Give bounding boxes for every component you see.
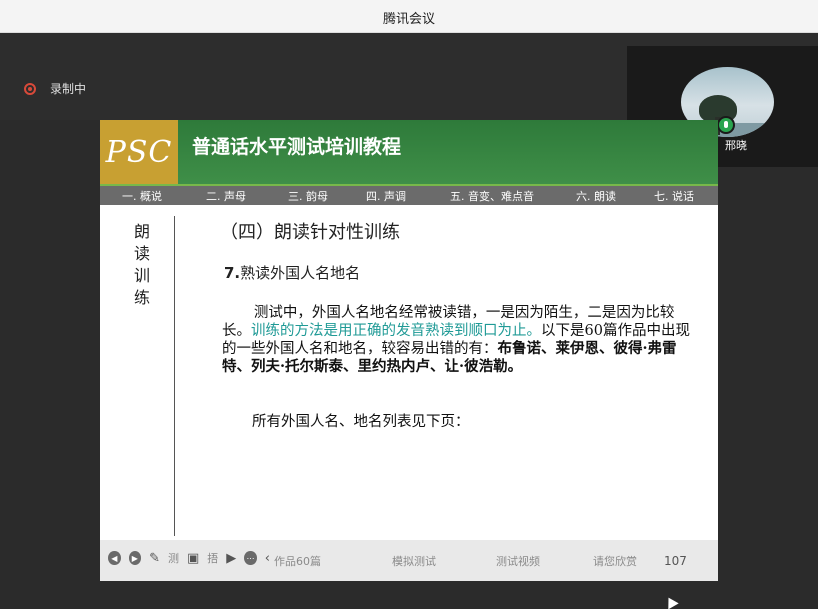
participant-name: 邢晓: [725, 139, 747, 152]
side-char: 读: [134, 244, 151, 263]
presenter-controls: ◀ ▶ ✎ 测 ▣ 捂 ▶ ⋯ ‹: [100, 546, 270, 570]
recording-indicator[interactable]: 录制中: [24, 80, 86, 97]
nav-item-initials[interactable]: 二. 声母: [206, 188, 246, 204]
chevron-left-icon[interactable]: ‹: [265, 551, 270, 566]
para-highlight: 训练的方法是用正确的发音熟读到顺口为止。: [251, 323, 541, 339]
bottom-item-works[interactable]: 作品60篇: [274, 553, 321, 569]
bottom-item-test-video[interactable]: 测试视频: [496, 553, 540, 569]
control-label: 捂: [207, 552, 219, 565]
recording-label: 录制中: [50, 82, 87, 96]
note-text: 所有外国人名、地名列表见下页：: [252, 414, 470, 430]
nav-item-overview[interactable]: 一. 概说: [122, 188, 162, 204]
subheading: 7.熟读外国人名地名: [224, 262, 360, 283]
nav-item-reading[interactable]: 六. 朗读: [576, 188, 616, 204]
psc-logo-text: PSC: [105, 134, 173, 170]
slide-nav: 一. 概说 二. 声母 三. 韵母 四. 声调 五. 音变、难点音 六. 朗读 …: [100, 186, 718, 205]
window-titlebar: 腾讯会议: [0, 0, 818, 33]
camera-icon[interactable]: ▶: [226, 551, 236, 566]
subheading-text: 熟读外国人名地名: [240, 264, 361, 282]
slide-title: 普通话水平测试培训教程: [192, 136, 402, 158]
meeting-footer: [0, 581, 818, 607]
nav-item-finals[interactable]: 三. 韵母: [288, 188, 328, 204]
next-slide-icon[interactable]: ▶: [128, 551, 142, 565]
nav-item-sound-change[interactable]: 五. 音变、难点音: [450, 188, 534, 204]
body-paragraph: 测试中，外国人名地名经常被读错，一是因为陌生，二是因为比较长。训练的方法是用正确…: [222, 304, 702, 376]
prev-slide-icon[interactable]: ◀: [108, 551, 121, 565]
slide-bottom-bar: ◀ ▶ ✎ 测 ▣ 捂 ▶ ⋯ ‹ 作品60篇 模拟测试 测试视频 请您欣赏 1…: [100, 540, 718, 581]
vertical-divider: [174, 216, 175, 536]
psc-logo: PSC: [100, 120, 178, 184]
section-heading: （四）朗读针对性训练: [220, 222, 400, 243]
subheading-number: 7.: [224, 264, 241, 282]
control-label: 测: [167, 552, 179, 565]
nav-item-tones[interactable]: 四. 声调: [366, 188, 406, 204]
bottom-item-appreciate[interactable]: 请您欣赏: [593, 553, 637, 569]
record-icon: [24, 82, 36, 95]
side-char: 训: [134, 266, 151, 285]
more-icon[interactable]: ⋯: [244, 551, 257, 565]
mic-icon: [717, 116, 735, 134]
shared-slide: PSC 普通话水平测试培训教程 一. 概说 二. 声母 三. 韵母 四. 声调 …: [100, 120, 718, 581]
pen-icon[interactable]: ✎: [149, 551, 160, 566]
bottom-item-mock-test[interactable]: 模拟测试: [392, 553, 436, 569]
side-char: 练: [134, 288, 151, 307]
nav-item-speaking[interactable]: 七. 说话: [654, 188, 694, 204]
side-char: 朗: [134, 222, 151, 241]
screen-icon[interactable]: ▣: [187, 551, 199, 566]
slide-banner: PSC 普通话水平测试培训教程: [100, 120, 718, 184]
page-number: 107: [664, 554, 687, 568]
window-title: 腾讯会议: [382, 12, 435, 27]
